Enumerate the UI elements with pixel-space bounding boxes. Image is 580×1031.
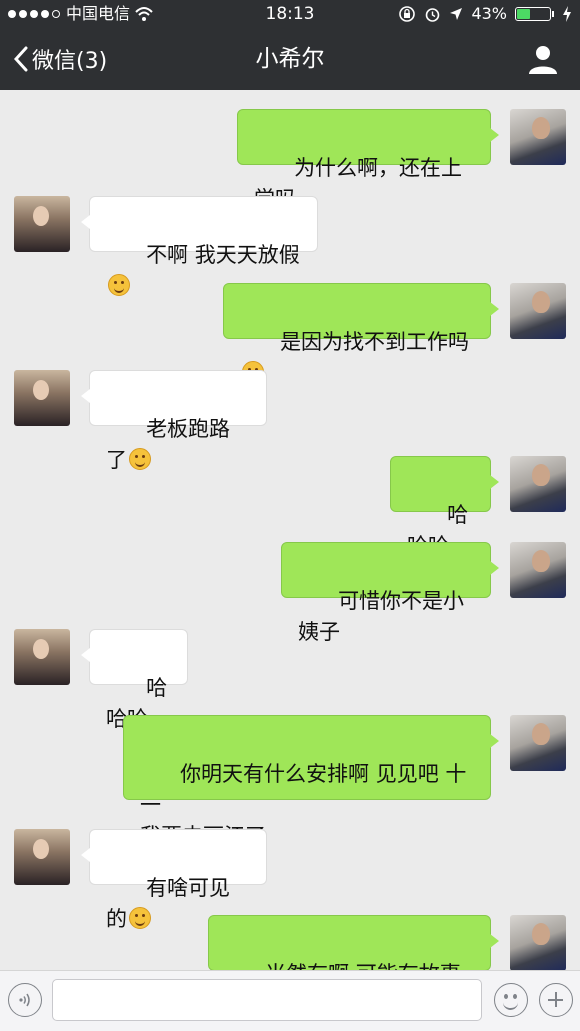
message-row: 老板跑路了	[0, 370, 580, 472]
voice-wave-icon	[19, 993, 30, 1007]
message-bubble[interactable]: 为什么啊，还在上学吗	[237, 109, 499, 211]
message-text: 不啊 我天天放假	[146, 243, 300, 267]
alarm-icon	[426, 7, 440, 22]
message-row: 是因为找不到工作吗	[0, 283, 580, 383]
rotation-lock-icon	[399, 6, 416, 22]
message-bubble[interactable]: 不啊 我天天放假	[81, 196, 318, 296]
message-bubble[interactable]: 哈哈哈	[390, 456, 499, 558]
status-bar: 中国电信 18:13 43%	[0, 0, 580, 28]
emoji-icon[interactable]	[494, 983, 528, 1017]
message-row: 当然有啊 可能有故事发生	[0, 915, 580, 970]
message-row: 不啊 我天天放假	[0, 196, 580, 296]
message-bubble[interactable]: 当然有啊 可能有故事发生	[208, 915, 499, 970]
my-avatar[interactable]	[510, 715, 566, 771]
message-row: 可惜你不是小姨子	[0, 542, 580, 644]
contact-avatar[interactable]	[14, 629, 70, 685]
message-row: 你明天有什么安排啊 见见吧 十一 我要去丽江了	[0, 715, 580, 848]
my-avatar[interactable]	[510, 542, 566, 598]
input-bar	[0, 970, 580, 1031]
message-bubble[interactable]: 哈哈哈	[81, 629, 188, 731]
contact-avatar[interactable]	[14, 370, 70, 426]
top-bar: 中国电信 18:13 43% 微信(3) 小希尔	[0, 0, 580, 90]
voice-icon[interactable]	[8, 983, 42, 1017]
message-bubble[interactable]: 可惜你不是小姨子	[281, 542, 499, 644]
message-row: 哈哈哈	[0, 456, 580, 558]
message-bubble[interactable]: 有啥可见的	[81, 829, 267, 931]
my-avatar[interactable]	[510, 283, 566, 339]
plus-icon[interactable]	[539, 983, 573, 1017]
message-bubble[interactable]: 你明天有什么安排啊 见见吧 十一 我要去丽江了	[123, 715, 499, 848]
person-icon[interactable]	[526, 42, 560, 76]
chat-title: 小希尔	[255, 46, 325, 72]
message-text: 是因为找不到工作吗	[280, 330, 470, 354]
message-row: 哈哈哈	[0, 629, 580, 731]
battery-icon	[515, 7, 551, 21]
message-text: 当然有啊 可能有故事发生	[225, 962, 461, 970]
my-avatar[interactable]	[510, 456, 566, 512]
my-avatar[interactable]	[510, 109, 566, 165]
nav-bar: 微信(3) 小希尔	[0, 28, 580, 90]
my-avatar[interactable]	[510, 915, 566, 970]
message-bubble[interactable]: 老板跑路了	[81, 370, 267, 472]
message-input[interactable]	[52, 979, 482, 1021]
message-row: 为什么啊，还在上学吗	[0, 109, 580, 211]
chat-area[interactable]: 为什么啊，还在上学吗 不啊 我天天放假 是因为找不到工作吗 老板跑路了 哈哈哈 …	[0, 90, 580, 970]
message-bubble[interactable]: 是因为找不到工作吗	[223, 283, 499, 383]
contact-avatar[interactable]	[14, 829, 70, 885]
battery-percent: 43%	[471, 4, 507, 23]
message-row: 有啥可见的	[0, 829, 580, 931]
charging-icon	[563, 6, 571, 22]
contact-avatar[interactable]	[14, 196, 70, 252]
location-icon	[450, 8, 463, 20]
